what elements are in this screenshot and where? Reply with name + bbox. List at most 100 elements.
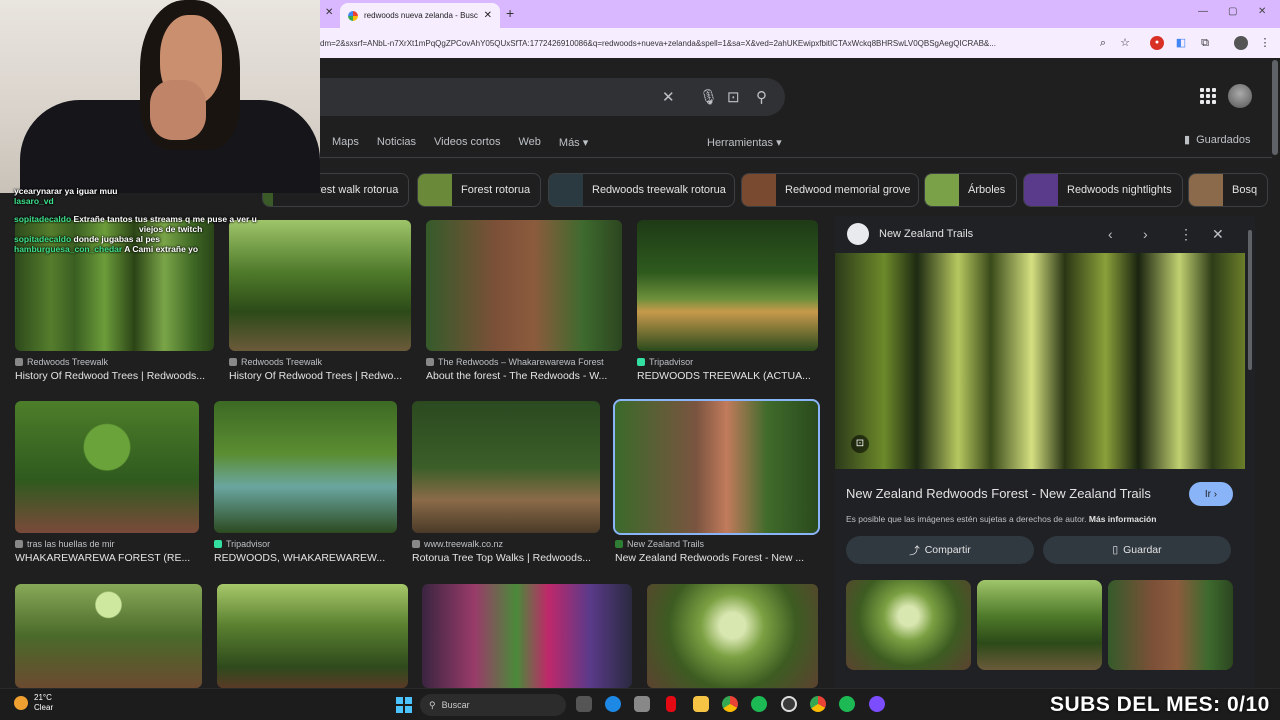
file-explorer-icon[interactable]	[693, 696, 709, 712]
task-view-icon[interactable]	[576, 696, 592, 712]
image-result[interactable]: Tripadvisor REDWOODS, WHAKAREWAREW...	[214, 401, 397, 564]
more-info-link[interactable]: Más información	[1089, 514, 1157, 524]
app-icon[interactable]	[869, 696, 885, 712]
panel-scrollbar[interactable]	[1248, 230, 1252, 370]
browser-menu-icon[interactable]: ⋮	[1258, 36, 1272, 50]
store-icon[interactable]	[634, 696, 650, 712]
taskbar-search-label: Buscar	[441, 700, 470, 710]
result-image-selected[interactable]	[613, 399, 820, 535]
translate-extension-icon[interactable]: ◧	[1174, 36, 1188, 50]
lens-camera-icon[interactable]: ⊡	[727, 88, 740, 106]
copyright-notice: Es posible que las imágenes estén sujeta…	[846, 514, 1156, 524]
lens-search-icon[interactable]: ⊡	[851, 435, 869, 453]
chip-redwoods-nightlights[interactable]: Redwoods nightlights	[1023, 173, 1183, 207]
image-result[interactable]: tras las huellas de mir WHAKAREWAREWA FO…	[15, 401, 199, 564]
image-result[interactable]: The Redwoods – Whakarewarewa Forest Abou…	[426, 220, 622, 382]
microphone-icon[interactable]: 🎙	[699, 88, 718, 106]
image-result[interactable]	[422, 584, 632, 688]
bookmark-star-icon[interactable]: ☆	[1118, 36, 1132, 50]
share-button[interactable]: ⤴ Compartir	[846, 536, 1034, 564]
chip-label: rest walk rotorua	[317, 184, 399, 196]
result-title[interactable]: History Of Redwood Trees | Redwoods...	[15, 370, 214, 382]
result-image[interactable]	[15, 401, 199, 533]
nav-noticias[interactable]: Noticias	[377, 136, 416, 149]
result-image[interactable]	[217, 584, 408, 688]
result-image[interactable]	[647, 584, 818, 688]
panel-site-name[interactable]: New Zealand Trails	[879, 228, 973, 240]
image-result[interactable]	[647, 584, 818, 688]
next-icon[interactable]: ›	[1143, 226, 1148, 242]
chrome-profile-icon[interactable]	[810, 696, 826, 712]
zoom-icon[interactable]: ⌕	[1096, 36, 1110, 50]
image-result[interactable]: www.treewalk.co.nz Rotorua Tree Top Walk…	[412, 401, 600, 564]
related-image[interactable]	[977, 580, 1102, 670]
nav-web[interactable]: Web	[518, 136, 540, 149]
close-tab-icon[interactable]: ✕	[325, 7, 333, 18]
related-image[interactable]	[846, 580, 971, 670]
nav-maps[interactable]: Maps	[332, 136, 359, 149]
result-title[interactable]: About the forest - The Redwoods - W...	[426, 370, 622, 382]
result-image[interactable]	[637, 220, 818, 351]
visit-button[interactable]: Ir ›	[1189, 482, 1233, 506]
result-image[interactable]	[422, 584, 632, 688]
weather-widget[interactable]: 21°C Clear	[34, 693, 53, 713]
extensions-puzzle-icon[interactable]: ⧉	[1198, 36, 1212, 50]
chip-bosque[interactable]: Bosq	[1188, 173, 1268, 207]
close-tab-icon[interactable]: ✕	[484, 10, 492, 21]
save-button[interactable]: ▯ Guardar	[1043, 536, 1231, 564]
nav-mas[interactable]: Más ▾	[559, 136, 588, 149]
related-image[interactable]	[1108, 580, 1233, 670]
page-scrollbar[interactable]	[1272, 60, 1278, 155]
close-window-icon[interactable]: ✕	[1258, 6, 1266, 17]
previous-icon[interactable]: ‹	[1108, 226, 1113, 242]
google-apps-icon[interactable]	[1200, 88, 1216, 104]
image-result[interactable]: New Zealand Trails New Zealand Redwoods …	[613, 399, 820, 564]
edge-icon[interactable]	[605, 696, 621, 712]
nav-videos-cortos[interactable]: Videos cortos	[434, 136, 500, 149]
image-result[interactable]	[217, 584, 408, 688]
more-options-icon[interactable]: ⋮	[1179, 226, 1193, 243]
taskbar-search[interactable]: ⚲ Buscar	[420, 694, 566, 716]
tripadvisor-favicon-icon	[214, 540, 222, 548]
result-title[interactable]: Rotorua Tree Top Walks | Redwoods...	[412, 552, 600, 564]
account-avatar[interactable]	[1228, 84, 1252, 108]
close-panel-icon[interactable]: ✕	[1212, 226, 1224, 243]
tools-button[interactable]: Herramientas ▾	[707, 136, 782, 149]
result-title[interactable]: History Of Redwood Trees | Redwo...	[229, 370, 411, 382]
result-image[interactable]	[15, 584, 202, 688]
weather-icon[interactable]	[14, 696, 28, 710]
image-result[interactable]	[15, 584, 202, 688]
saved-button[interactable]: ▮ Guardados	[1184, 133, 1251, 147]
profile-avatar-icon[interactable]	[1234, 36, 1248, 50]
result-title[interactable]: REDWOODS TREEWALK (ACTUA...	[637, 370, 818, 382]
clear-search-icon[interactable]: ✕	[662, 88, 675, 106]
search-icon[interactable]: ⚲	[756, 88, 767, 106]
spotify-icon[interactable]	[751, 696, 767, 712]
preview-title[interactable]: New Zealand Redwoods Forest - New Zealan…	[846, 486, 1151, 501]
result-title[interactable]: REDWOODS, WHAKAREWAREW...	[214, 552, 397, 564]
netflix-icon[interactable]	[666, 696, 676, 712]
result-image[interactable]	[426, 220, 622, 351]
restore-icon[interactable]: ▢	[1228, 6, 1237, 17]
url-text[interactable]: dm=2&sxsrf=ANbL-n7XrXt1mPqQgZPCovAhY05QU…	[320, 39, 1090, 48]
minimize-icon[interactable]: —	[1198, 6, 1208, 17]
chip-redwoods-treewalk-rotorua[interactable]: Redwoods treewalk rotorua	[548, 173, 735, 207]
new-tab-icon[interactable]: +	[506, 5, 514, 21]
result-image[interactable]	[214, 401, 397, 533]
result-image[interactable]	[412, 401, 600, 533]
result-title[interactable]: New Zealand Redwoods Forest - New ...	[615, 552, 818, 564]
result-title[interactable]: WHAKAREWAREWA FOREST (RE...	[15, 552, 199, 564]
spotify-icon[interactable]	[839, 696, 855, 712]
chrome-icon[interactable]	[722, 696, 738, 712]
chip-arboles[interactable]: Árboles	[924, 173, 1017, 207]
chip-forest-rotorua[interactable]: Forest rotorua	[417, 173, 541, 207]
chip-redwood-memorial-grove[interactable]: Redwood memorial grove	[741, 173, 919, 207]
address-bar[interactable]: dm=2&sxsrf=ANbL-n7XrXt1mPqQgZPCovAhY05QU…	[320, 28, 1280, 58]
image-result[interactable]: Tripadvisor REDWOODS TREEWALK (ACTUA...	[637, 220, 818, 382]
adblock-extension-icon[interactable]: ●	[1150, 36, 1164, 50]
result-source: Redwoods Treewalk	[27, 357, 109, 367]
preview-image[interactable]: ⊡	[835, 253, 1245, 469]
start-menu-icon[interactable]	[396, 697, 412, 713]
obs-icon[interactable]	[781, 696, 797, 712]
browser-tab[interactable]: redwoods nueva zelanda - Busc ✕	[340, 3, 500, 28]
